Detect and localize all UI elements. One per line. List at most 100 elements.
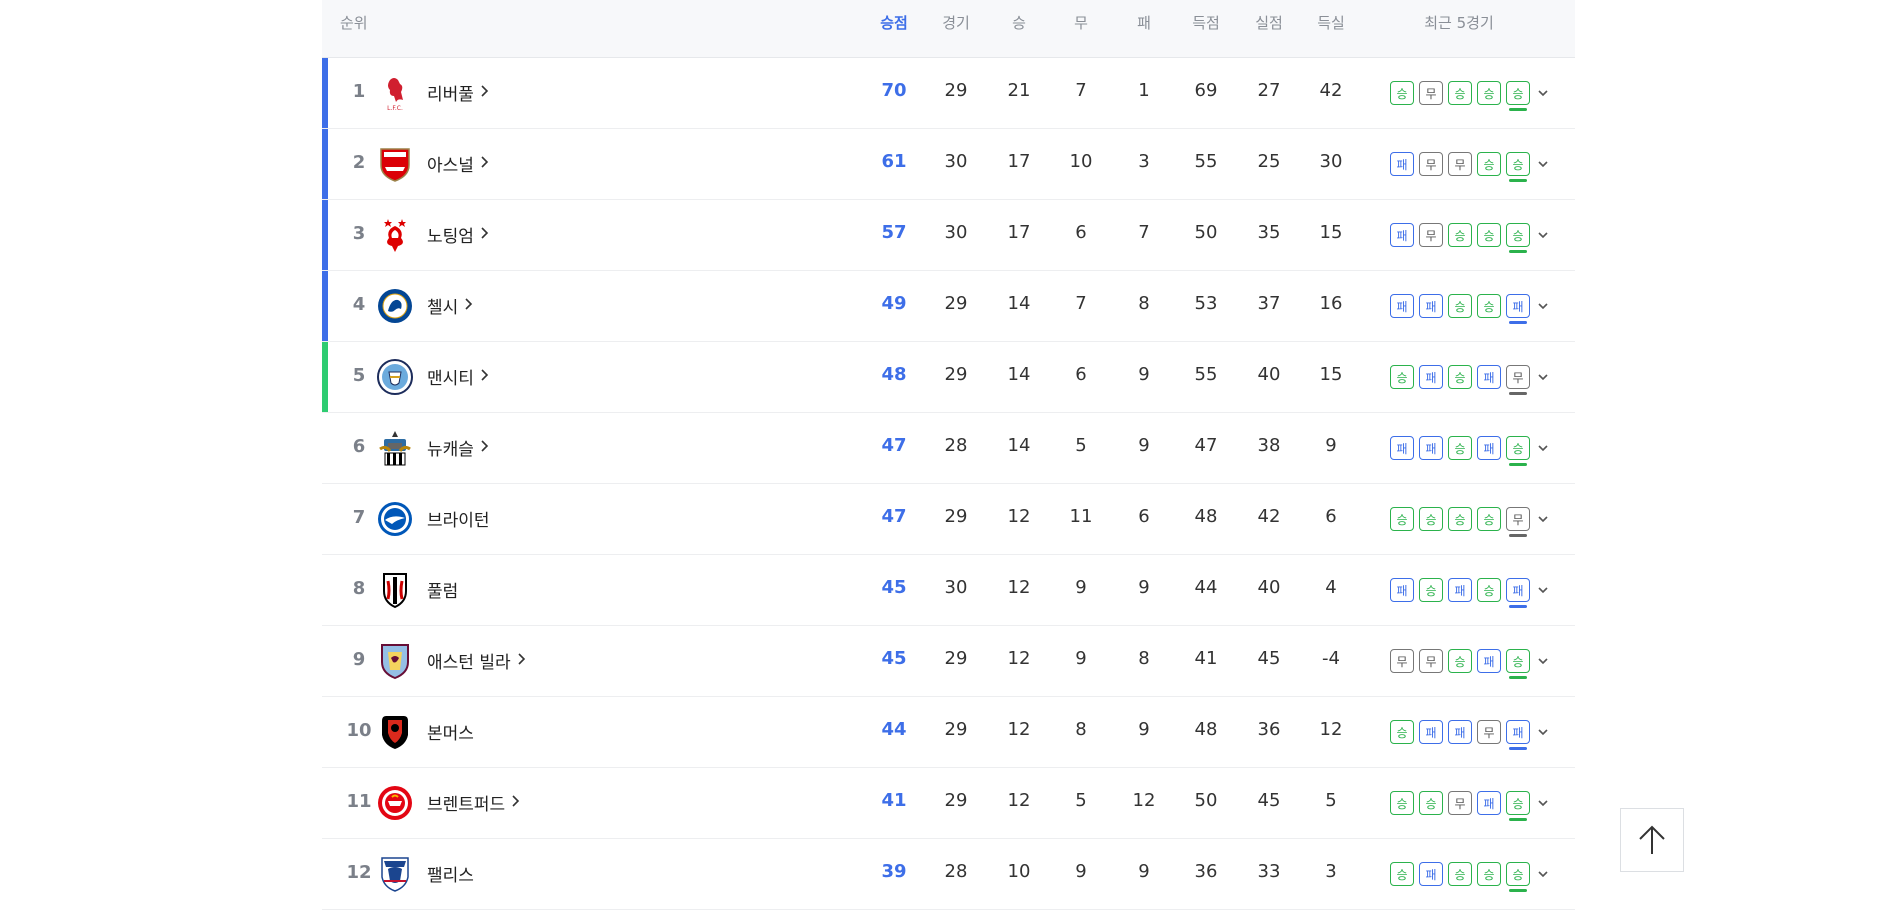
table-row[interactable]: 7 브라이턴 47 29 12 11 6 48 42 6 승 승 승 승 무	[322, 484, 1575, 555]
goal-diff-value: 15	[1319, 364, 1343, 385]
header-goal-diff[interactable]: 득실	[1317, 12, 1345, 33]
table-row[interactable]: 5 맨시티 48 29 14 6 9 55 40 15 승 패 승 패 무	[322, 342, 1575, 413]
goals-for-value: 44	[1194, 577, 1218, 598]
won-value: 17	[1007, 151, 1031, 172]
form-badge-win: 승	[1390, 720, 1414, 744]
recent-form: 무무승패승	[1390, 649, 1549, 679]
rank-number: 4	[352, 294, 366, 315]
form-badge-loss: 패	[1390, 152, 1414, 176]
chevron-down-icon[interactable]	[1535, 578, 1549, 599]
points-value: 45	[881, 648, 907, 669]
liverpool-crest-icon: L.F.C.	[376, 74, 414, 112]
table-row[interactable]: 6 뉴캐슬 47 28 14 5 9 47 38 9 패 패 승 패 승	[322, 413, 1575, 484]
team-name-link[interactable]: 맨시티	[427, 364, 489, 389]
header-played[interactable]: 경기	[942, 12, 970, 33]
goals-against-value: 40	[1257, 577, 1281, 598]
form-badge-draw: 무	[1506, 365, 1530, 395]
played-value: 30	[944, 151, 968, 172]
arrow-up-icon	[1639, 825, 1665, 854]
table-row[interactable]: 10 본머스 44 29 12 8 9 48 36 12 승 패 패 무 패	[322, 697, 1575, 768]
header-lost[interactable]: 패	[1137, 12, 1151, 33]
bournemouth-crest-icon	[376, 713, 414, 751]
chevron-down-icon[interactable]	[1535, 791, 1549, 812]
form-badge-win: 승	[1390, 791, 1414, 815]
chevron-down-icon[interactable]	[1535, 223, 1549, 244]
table-row[interactable]: 8 풀럼 45 30 12 9 9 44 40 4 패 승 패 승 패	[322, 555, 1575, 626]
chevron-down-icon[interactable]	[1535, 152, 1549, 173]
team-name-link[interactable]: 리버풀	[427, 80, 489, 105]
table-row[interactable]: 2 아스널 61 30 17 10 3 55 25 30 패 무 무 승 승	[322, 129, 1575, 200]
table-row[interactable]: 4 첼시 49 29 14 7 8 53 37 16 패 패 승 승 패	[322, 271, 1575, 342]
team-name-link: 팰리스	[427, 861, 474, 886]
drawn-value: 6	[1075, 222, 1087, 243]
rank-number: 6	[352, 436, 366, 457]
table-row[interactable]: 9 애스턴 빌라 45 29 12 9 8 41 45 -4 무 무 승 패 승	[322, 626, 1575, 697]
champions-league-zone-bar	[322, 271, 328, 341]
recent-form: 승패패무패	[1390, 720, 1549, 750]
header-won[interactable]: 승	[1012, 12, 1026, 33]
lost-value: 8	[1138, 648, 1150, 669]
goals-for-value: 53	[1194, 293, 1218, 314]
svg-text:L.F.C.: L.F.C.	[387, 105, 403, 112]
points-value: 47	[881, 435, 907, 456]
table-row[interactable]: 3 노팅엄 57 30 17 6 7 50 35 15 패 무 승 승 승	[322, 200, 1575, 271]
team-name-link[interactable]: 브렌트퍼드	[427, 790, 520, 815]
team-name-link: 브라이턴	[427, 506, 490, 531]
team-name-link[interactable]: 애스턴 빌라	[427, 648, 526, 673]
goals-for-value: 36	[1194, 861, 1218, 882]
form-badge-win: 승	[1477, 152, 1501, 176]
team-name-link[interactable]: 뉴캐슬	[427, 435, 489, 460]
drawn-value: 9	[1075, 648, 1087, 669]
table-row[interactable]: 12 팰리스 39 28 10 9 9 36 33 3 승 패 승 승 승	[322, 839, 1575, 910]
won-value: 14	[1007, 364, 1031, 385]
goals-for-value: 41	[1194, 648, 1218, 669]
recent-form: 패패승승패	[1390, 294, 1549, 324]
chevron-down-icon[interactable]	[1535, 436, 1549, 457]
chevron-down-icon[interactable]	[1535, 720, 1549, 741]
form-badge-win: 승	[1477, 81, 1501, 105]
team-name-link[interactable]: 노팅엄	[427, 222, 489, 247]
header-goals-against[interactable]: 실점	[1255, 12, 1283, 33]
team-name-link[interactable]: 아스널	[427, 151, 489, 176]
goals-for-value: 50	[1194, 790, 1218, 811]
form-badge-win: 승	[1390, 862, 1414, 886]
recent-form: 승승승승무	[1390, 507, 1549, 537]
scroll-to-top-button[interactable]	[1620, 808, 1684, 872]
form-badge-win: 승	[1448, 436, 1472, 460]
form-badge-win: 승	[1506, 791, 1530, 821]
chevron-down-icon[interactable]	[1535, 507, 1549, 528]
recent-form: 승승무패승	[1390, 791, 1549, 821]
form-badge-loss: 패	[1477, 649, 1501, 673]
points-value: 61	[881, 151, 907, 172]
header-goals-for[interactable]: 득점	[1192, 12, 1220, 33]
form-badge-win: 승	[1448, 507, 1472, 531]
team-name: 맨시티	[427, 369, 474, 389]
goals-for-value: 55	[1194, 151, 1218, 172]
team-name-link[interactable]: 첼시	[427, 293, 473, 318]
header-points[interactable]: 승점	[880, 12, 908, 33]
chevron-down-icon[interactable]	[1535, 649, 1549, 670]
chevron-down-icon[interactable]	[1535, 365, 1549, 386]
goal-diff-value: 5	[1325, 790, 1337, 811]
lost-value: 9	[1138, 577, 1150, 598]
form-badge-loss: 패	[1390, 294, 1414, 318]
form-badge-win: 승	[1506, 152, 1530, 182]
won-value: 12	[1007, 506, 1031, 527]
goals-against-value: 36	[1257, 719, 1281, 740]
chevron-down-icon[interactable]	[1535, 294, 1549, 315]
header-drawn[interactable]: 무	[1074, 12, 1088, 33]
table-row[interactable]: 1 L.F.C. 리버풀 70 29 21 7 1 69 27 42 승 무 승 승 승	[322, 58, 1575, 129]
points-value: 41	[881, 790, 907, 811]
goals-for-value: 50	[1194, 222, 1218, 243]
lost-value: 7	[1138, 222, 1150, 243]
table-row[interactable]: 11 브렌트퍼드 41 29 12 5 12 50 45 5 승 승 무 패 승	[322, 768, 1575, 839]
drawn-value: 8	[1075, 719, 1087, 740]
form-badge-win: 승	[1506, 223, 1530, 253]
rank-number: 10	[346, 720, 372, 741]
chevron-down-icon[interactable]	[1535, 862, 1549, 883]
header-rank: 순위	[340, 14, 368, 32]
drawn-value: 11	[1069, 506, 1093, 527]
points-value: 48	[881, 364, 907, 385]
form-badge-loss: 패	[1477, 365, 1501, 389]
chevron-down-icon[interactable]	[1535, 81, 1549, 102]
